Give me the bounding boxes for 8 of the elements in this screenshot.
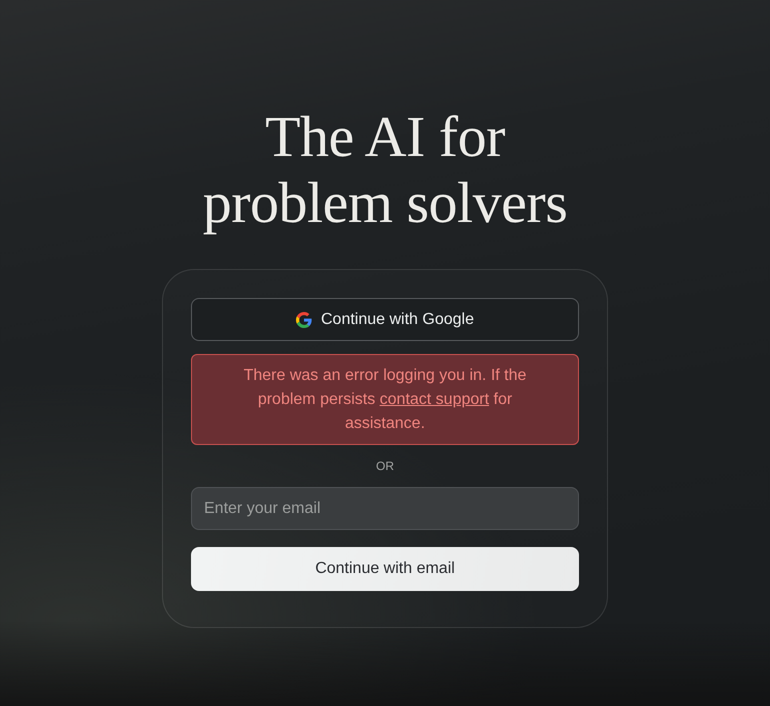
error-message: There was an error logging you in. If the problem persists contact support for assistance. — [191, 354, 579, 445]
google-sign-in-button[interactable]: Continue with Google — [191, 298, 579, 341]
continue-with-email-button[interactable]: Continue with email — [191, 547, 579, 591]
headline: The AI for problem solvers — [202, 104, 568, 236]
email-field[interactable]: Enter your email — [191, 487, 579, 530]
google-icon — [296, 312, 312, 328]
contact-support-link[interactable]: contact support — [380, 391, 490, 408]
divider-label: OR — [376, 458, 394, 474]
